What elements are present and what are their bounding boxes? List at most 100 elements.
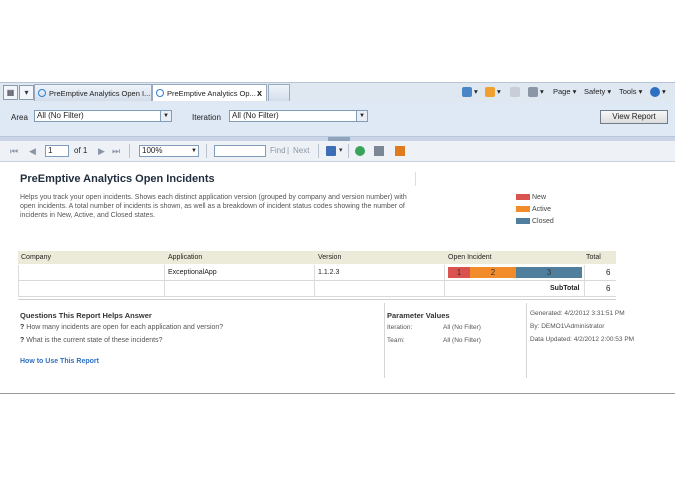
new-tab-button[interactable] — [268, 84, 290, 101]
param-team-label: Team: — [387, 337, 405, 344]
feeds-dropdown-icon[interactable]: ▾ — [497, 85, 501, 99]
find-separator: | — [287, 146, 290, 155]
browser-tab-2[interactable]: PreEmptive Analytics Op... x — [152, 84, 267, 101]
column-open-incident: Open Incident — [448, 254, 492, 261]
export-dropdown-icon[interactable]: ▾ — [339, 146, 343, 156]
last-page-icon[interactable]: ⏭ — [112, 146, 120, 156]
feeds-icon[interactable] — [485, 87, 495, 97]
subtotal-value: 6 — [606, 284, 611, 293]
question-text: How many incidents are open for each app… — [26, 324, 224, 331]
zoom-select[interactable]: 100% ▼ — [139, 145, 199, 157]
print-dropdown-icon[interactable]: ▾ — [540, 85, 544, 99]
iteration-select-value: All (No Filter) — [232, 111, 279, 120]
column-total: Total — [586, 254, 601, 261]
chevron-down-icon[interactable]: ▼ — [160, 111, 171, 121]
safety-menu-label: Safety — [584, 87, 606, 96]
iteration-label: Iteration — [192, 113, 221, 122]
generated-timestamp: Generated: 4/2/2012 3:31:51 PM — [530, 310, 625, 317]
toolbar-divider — [318, 144, 319, 158]
title-divider — [415, 172, 416, 186]
legend-active-label: Active — [532, 206, 552, 213]
legend-new-label: New — [532, 194, 547, 201]
cell-version: 1.1.2.3 — [318, 269, 340, 276]
view-report-button[interactable]: View Report — [600, 110, 668, 124]
data-feed-icon[interactable] — [395, 146, 405, 156]
home-icon[interactable] — [462, 87, 472, 97]
previous-page-icon[interactable]: ◀ — [29, 146, 36, 156]
incident-bar-closed: 3 — [516, 267, 582, 278]
how-to-use-link[interactable]: How to Use This Report — [20, 358, 99, 365]
questions-title: Questions This Report Helps Answer — [20, 311, 152, 320]
find-next-link[interactable]: Next — [293, 146, 309, 156]
cell-divider — [584, 265, 585, 280]
find-link[interactable]: Find — [270, 146, 286, 156]
cell-divider — [164, 265, 165, 280]
cell-divider — [18, 265, 19, 280]
window-bottom-edge — [0, 393, 675, 394]
iteration-select[interactable]: All (No Filter) ▼ — [229, 110, 368, 122]
cell-divider — [444, 281, 445, 296]
browser-tab-1[interactable]: PreEmptive Analytics Open I... — [34, 84, 152, 101]
toolbar-divider — [348, 144, 349, 158]
column-application: Application — [168, 254, 203, 261]
ie-icon — [38, 89, 46, 97]
area-select[interactable]: All (No Filter) ▼ — [34, 110, 172, 122]
report-description: Helps you track your open incidents. Sho… — [20, 194, 407, 219]
area-select-value: All (No Filter) — [37, 111, 84, 120]
parameter-values-title: Parameter Values — [387, 311, 450, 320]
toolbar-divider — [206, 144, 207, 158]
read-mail-icon[interactable] — [510, 87, 520, 97]
next-page-icon[interactable]: ▶ — [98, 146, 105, 156]
home-dropdown-icon[interactable]: ▾ — [474, 85, 478, 99]
print-icon[interactable] — [528, 87, 538, 97]
cell-divider — [444, 265, 445, 280]
cell-divider — [314, 281, 315, 296]
data-updated-timestamp: Data Updated: 4/2/2012 2:00:53 PM — [530, 336, 635, 343]
subtotal-row: SubTotal 6 — [18, 281, 616, 297]
generated-by: By: DEMO1\Administrator — [530, 323, 605, 330]
page-menu[interactable]: Page ▾ — [553, 85, 576, 99]
cell-divider — [314, 265, 315, 280]
help-dropdown-icon[interactable]: ▾ — [662, 85, 666, 99]
question-icon: ? — [20, 337, 25, 344]
page-number-input[interactable]: 1 — [45, 145, 69, 157]
tools-menu[interactable]: Tools ▾ — [619, 85, 642, 99]
report-toolbar: ⏮ ◀ 1 of 1 ▶ ⏭ 100% ▼ Find | Next ▾ — [0, 141, 675, 162]
param-team-value: All (No Filter) — [443, 337, 481, 344]
refresh-icon[interactable] — [355, 146, 365, 156]
page-count: of 1 — [74, 146, 88, 155]
parameter-area: Area All (No Filter) ▼ Iteration All (No… — [0, 102, 675, 137]
question-text: What is the current state of these incid… — [26, 337, 163, 344]
quick-tabs-icon[interactable]: ▦ — [3, 85, 18, 100]
help-icon[interactable] — [650, 87, 660, 97]
table-header: Company Application Version Open Inciden… — [18, 251, 616, 264]
ie-icon — [156, 89, 164, 97]
cell-divider — [584, 281, 585, 296]
export-save-icon[interactable] — [326, 146, 336, 156]
first-page-icon[interactable]: ⏮ — [10, 146, 18, 156]
safety-menu[interactable]: Safety ▾ — [584, 85, 611, 99]
find-text-input[interactable] — [214, 145, 266, 157]
tab-list-dropdown-icon[interactable]: ▾ — [19, 85, 34, 100]
cell-total: 6 — [606, 268, 611, 277]
browser-tab-1-label: PreEmptive Analytics Open I... — [49, 89, 151, 98]
column-version: Version — [318, 254, 342, 261]
incident-bar-active: 2 — [470, 267, 516, 278]
param-iteration-value: All (No Filter) — [443, 324, 481, 331]
legend-closed-label: Closed — [532, 218, 554, 225]
footer-column-divider — [526, 303, 527, 378]
legend-new-swatch — [516, 194, 530, 200]
toolbar-divider — [129, 144, 130, 158]
column-company: Company — [21, 254, 51, 261]
cell-divider — [164, 281, 165, 296]
chevron-down-icon[interactable]: ▼ — [191, 146, 197, 156]
subtotal-label: SubTotal — [550, 285, 580, 292]
cell-divider — [18, 281, 19, 296]
incident-bar-new: 1 — [448, 267, 470, 278]
print-icon[interactable] — [374, 146, 384, 156]
browser-tab-2-label: PreEmptive Analytics Op... — [167, 89, 256, 98]
chevron-down-icon[interactable]: ▼ — [356, 111, 367, 121]
close-tab-icon[interactable]: x — [257, 85, 262, 101]
report-title: PreEmptive Analytics Open Incidents — [20, 173, 215, 185]
question-item: ? How many incidents are open for each ap… — [20, 324, 223, 331]
